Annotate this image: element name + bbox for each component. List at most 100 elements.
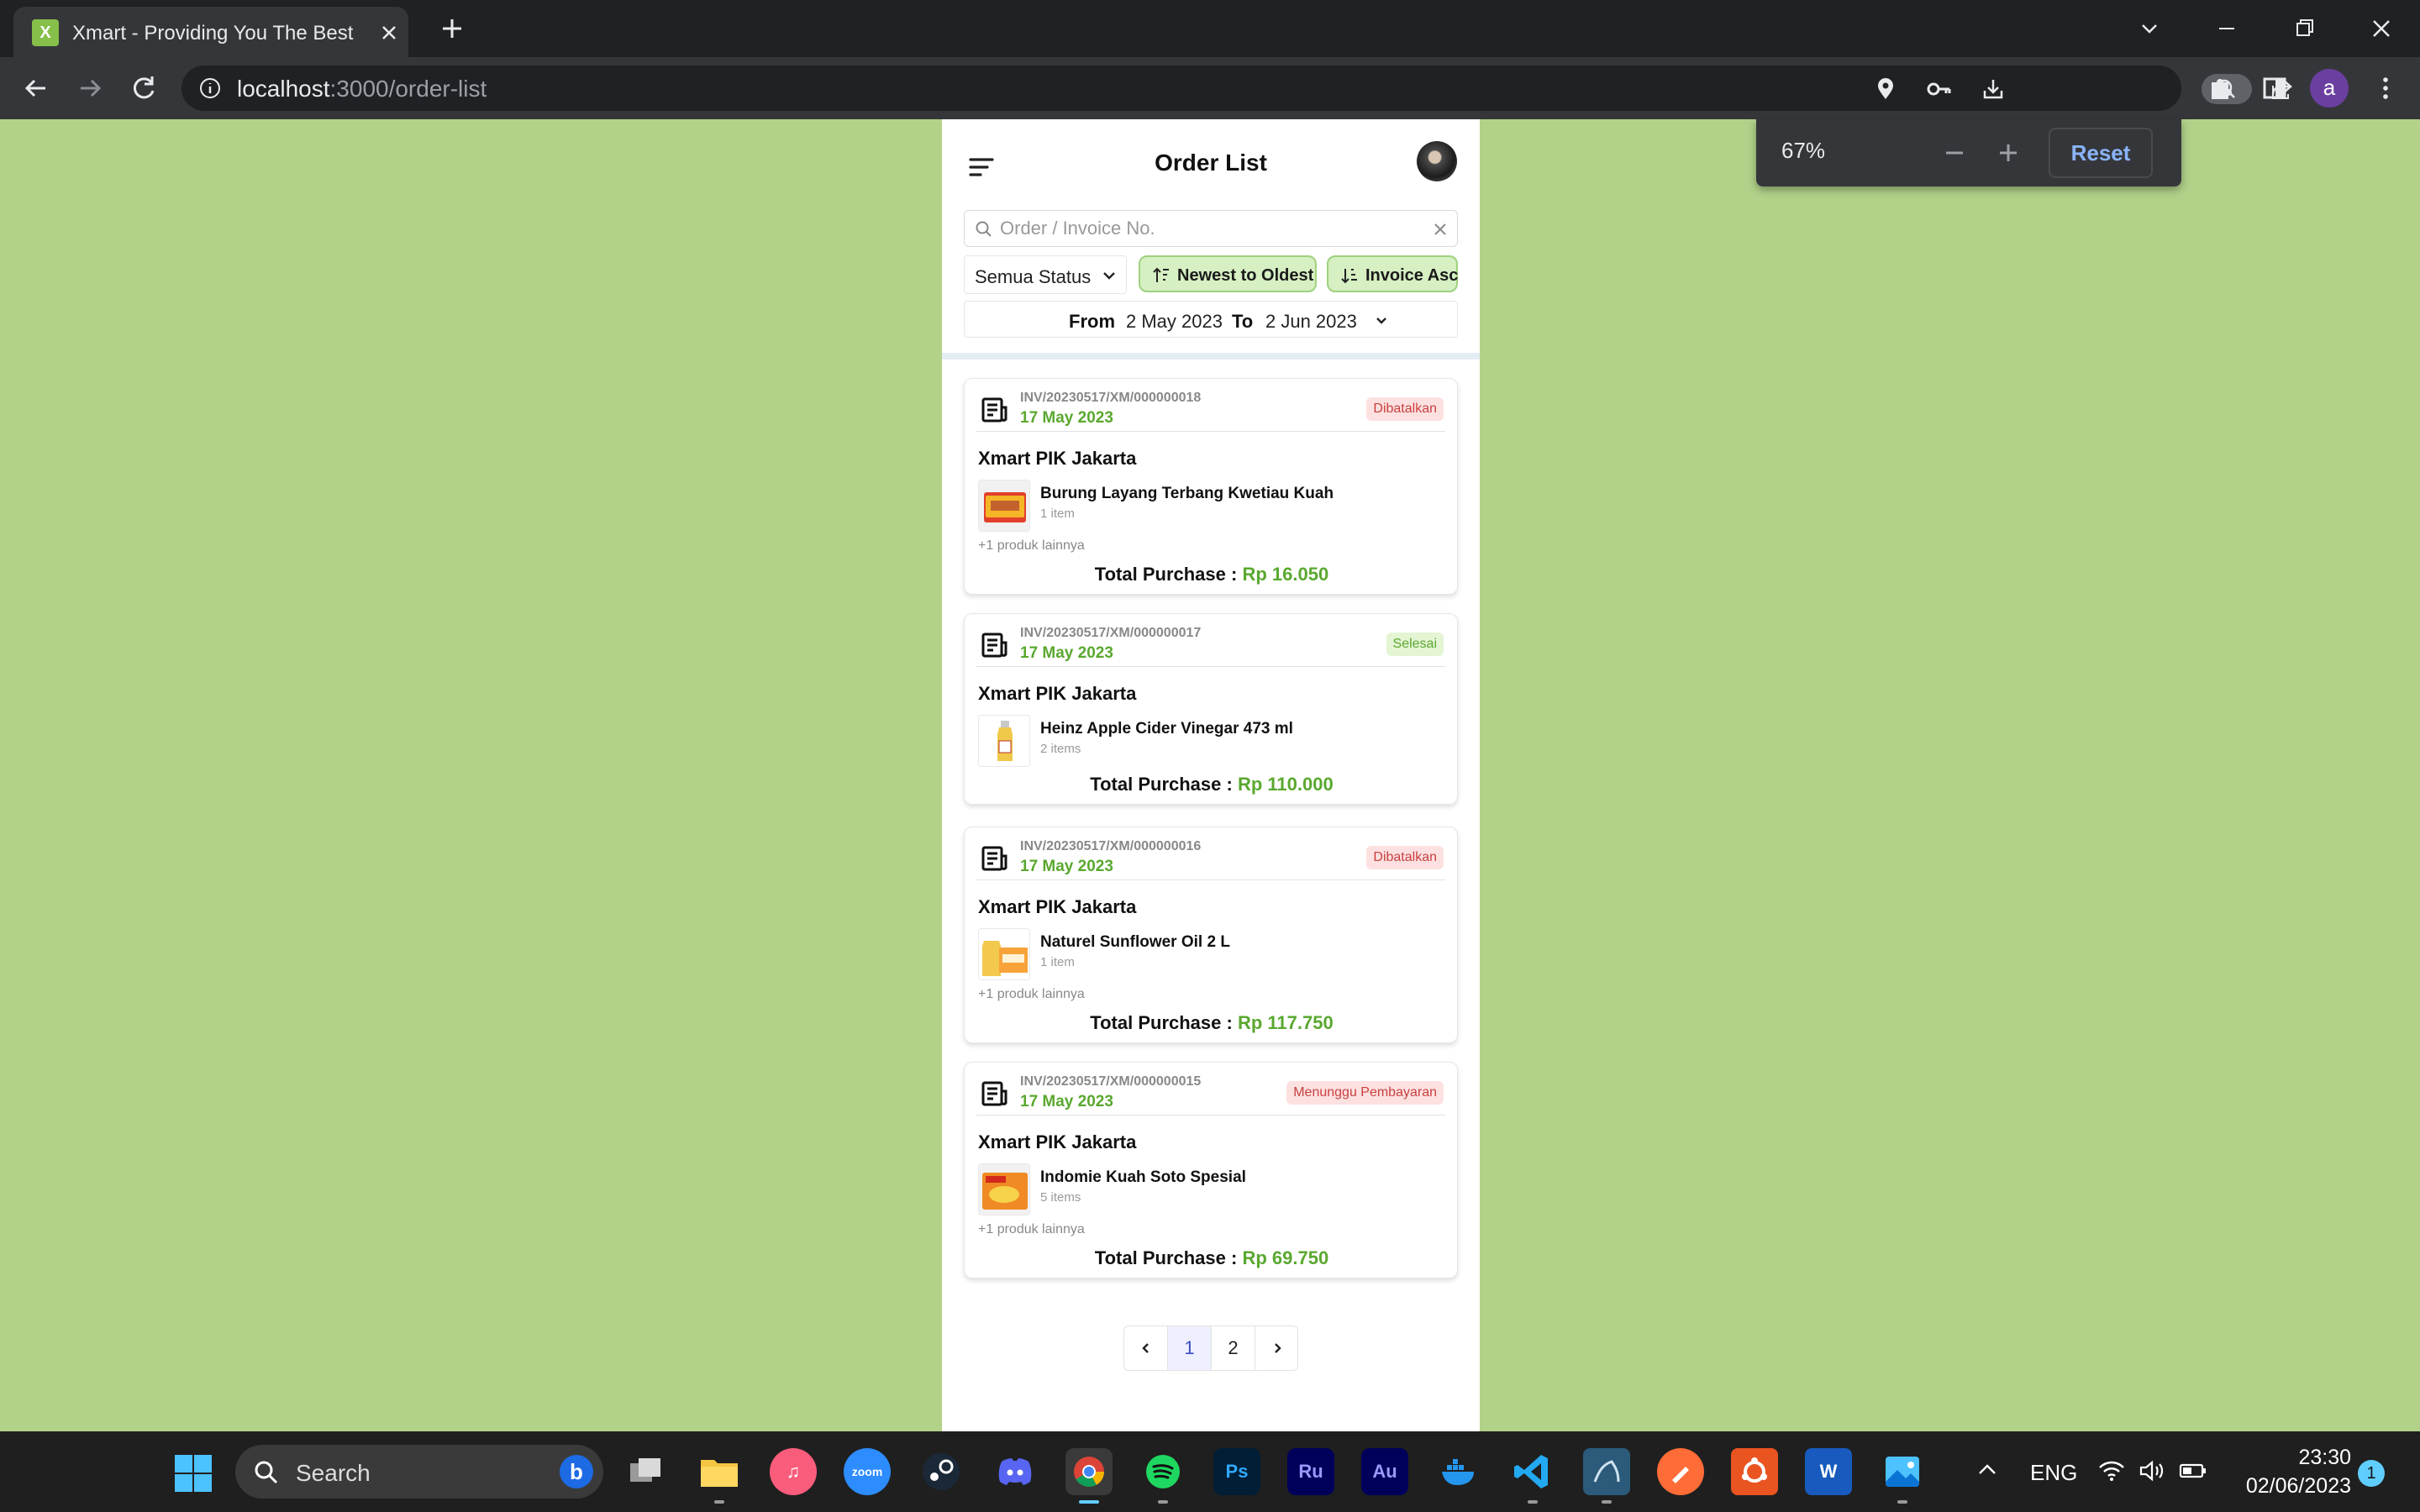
password-key-icon[interactable] [1924, 74, 1954, 104]
total-label: Total Purchase : [1090, 1012, 1233, 1033]
steam-icon[interactable] [918, 1448, 965, 1495]
chevron-right-icon [1275, 1343, 1281, 1353]
taskbar-search[interactable]: Search b [235, 1445, 603, 1499]
chrome-icon[interactable] [1065, 1448, 1113, 1504]
order-card[interactable]: INV/20230517/XM/000000017 17 May 2023 Se… [964, 613, 1458, 805]
prev-page-button[interactable] [1124, 1326, 1168, 1370]
forward-icon[interactable] [72, 71, 108, 106]
restore-icon[interactable] [2286, 10, 2323, 47]
date-range-picker[interactable]: From 2 May 2023 To 2 Jun 2023 [964, 301, 1458, 338]
from-label: From [1069, 311, 1115, 332]
bing-icon[interactable]: b [560, 1455, 593, 1488]
card-divider [976, 431, 1445, 432]
reload-icon[interactable] [126, 71, 161, 106]
status-filter-select[interactable]: Semua Status [964, 255, 1127, 294]
ubuntu-icon[interactable] [1731, 1448, 1778, 1495]
chevron-down-icon [1103, 272, 1115, 280]
product-image [978, 715, 1030, 767]
order-card[interactable]: INV/20230517/XM/000000015 17 May 2023 Me… [964, 1062, 1458, 1278]
close-tab-icon[interactable] [376, 20, 402, 45]
battery-icon[interactable] [2178, 1458, 2208, 1483]
postman-icon[interactable] [1657, 1448, 1704, 1495]
windows-start-icon[interactable] [173, 1453, 213, 1494]
status-badge: Dibatalkan [1366, 397, 1444, 421]
chevron-down-icon [1376, 318, 1386, 324]
system-clock[interactable]: 23:30 02/06/2023 [2233, 1443, 2351, 1500]
task-view-icon[interactable] [622, 1448, 669, 1495]
wifi-icon[interactable] [2097, 1458, 2126, 1483]
discord-icon[interactable] [992, 1448, 1039, 1495]
invoice-number: INV/20230517/XM/000000016 [1020, 839, 1202, 853]
sort-date-button[interactable]: Newest to Oldest [1139, 255, 1317, 292]
profile-avatar[interactable]: a [2310, 69, 2349, 108]
chrome-menu-icon[interactable] [2368, 71, 2403, 106]
back-icon[interactable] [18, 71, 54, 106]
total-amount: Rp 16.050 [1242, 564, 1329, 585]
sort-invoice-label: Invoice Asc [1365, 266, 1459, 285]
next-page-button[interactable] [1255, 1326, 1299, 1370]
product-quantity: 1 item [1040, 507, 1075, 521]
volume-icon[interactable] [2138, 1458, 2165, 1483]
location-icon[interactable] [1870, 74, 1901, 104]
minimize-icon[interactable] [2208, 10, 2245, 47]
invoice-icon [981, 846, 1007, 871]
search-icon [255, 1461, 278, 1484]
docker-icon[interactable] [1435, 1448, 1482, 1495]
pagination: 1 2 [1123, 1326, 1298, 1371]
order-card[interactable]: INV/20230517/XM/000000016 17 May 2023 Di… [964, 827, 1458, 1043]
order-card[interactable]: INV/20230517/XM/000000018 17 May 2023 Di… [964, 378, 1458, 595]
photoshop-icon[interactable]: Ps [1213, 1448, 1260, 1495]
xmart-favicon: X [32, 19, 59, 46]
section-divider [942, 353, 1480, 360]
running-indicator [1079, 1500, 1099, 1504]
more-products: +1 produk lainnya [978, 987, 1085, 1001]
file-explorer-icon[interactable] [696, 1448, 743, 1504]
total-label: Total Purchase : [1094, 1247, 1238, 1268]
vscode-icon[interactable] [1509, 1448, 1556, 1504]
sort-ascending-icon [1341, 269, 1357, 284]
zoom-level: 67% [1781, 138, 1826, 163]
notification-badge[interactable]: 1 [2358, 1460, 2385, 1487]
install-app-icon[interactable] [1978, 74, 2008, 104]
zoom-in-icon[interactable] [1991, 136, 2025, 170]
zoom-reset-button[interactable]: Reset [2049, 128, 2153, 178]
running-indicator [714, 1500, 724, 1504]
photos-icon[interactable] [1879, 1448, 1926, 1504]
tab-title: Xmart - Providing You The Best Grocery [72, 22, 358, 45]
language-indicator[interactable]: ENG [2030, 1460, 2077, 1486]
spotify-icon[interactable] [1139, 1448, 1186, 1504]
order-date: 17 May 2023 [1020, 1093, 1113, 1110]
user-avatar[interactable] [1417, 141, 1457, 181]
page-1-button[interactable]: 1 [1168, 1326, 1212, 1370]
search-input[interactable] [1000, 216, 1420, 241]
mysql-workbench-icon[interactable] [1583, 1448, 1630, 1504]
invoice-number: INV/20230517/XM/000000015 [1020, 1074, 1202, 1089]
premiere-rush-icon[interactable]: Ru [1287, 1448, 1334, 1495]
from-date: 2 May 2023 [1126, 311, 1223, 332]
side-panel-icon[interactable] [2257, 71, 2292, 106]
clear-search-icon[interactable] [1432, 221, 1449, 238]
browser-tab[interactable]: X Xmart - Providing You The Best Grocery [13, 7, 408, 57]
search-icon [976, 221, 992, 237]
zoom-popup: 67% Reset [1756, 119, 2181, 186]
word-icon[interactable]: W [1805, 1448, 1852, 1495]
sort-date-label: Newest to Oldest [1177, 266, 1314, 285]
sort-invoice-button[interactable]: Invoice Asc [1327, 255, 1458, 292]
store-name: Xmart PIK Jakarta [978, 683, 1137, 704]
site-info-icon[interactable] [198, 76, 222, 100]
product-image [978, 1163, 1030, 1215]
tab-search-icon[interactable] [2131, 10, 2168, 47]
itunes-icon[interactable]: ♫ [770, 1448, 817, 1495]
extensions-icon[interactable] [2203, 71, 2238, 106]
product-name: Burung Layang Terbang Kwetiau Kuah [1040, 485, 1334, 502]
new-tab-icon[interactable] [437, 13, 467, 44]
zoom-out-icon[interactable] [1938, 136, 1971, 170]
address-bar[interactable]: localhost:3000/order-list [182, 66, 2349, 111]
audition-icon[interactable]: Au [1361, 1448, 1408, 1495]
zoom-app-icon[interactable]: zoom [844, 1448, 891, 1495]
sort-descending-icon [1153, 267, 1169, 282]
chevron-up-icon[interactable] [1975, 1457, 2000, 1482]
status-badge: Dibatalkan [1366, 846, 1444, 869]
close-window-icon[interactable] [2363, 10, 2400, 47]
page-2-button[interactable]: 2 [1212, 1326, 1255, 1370]
